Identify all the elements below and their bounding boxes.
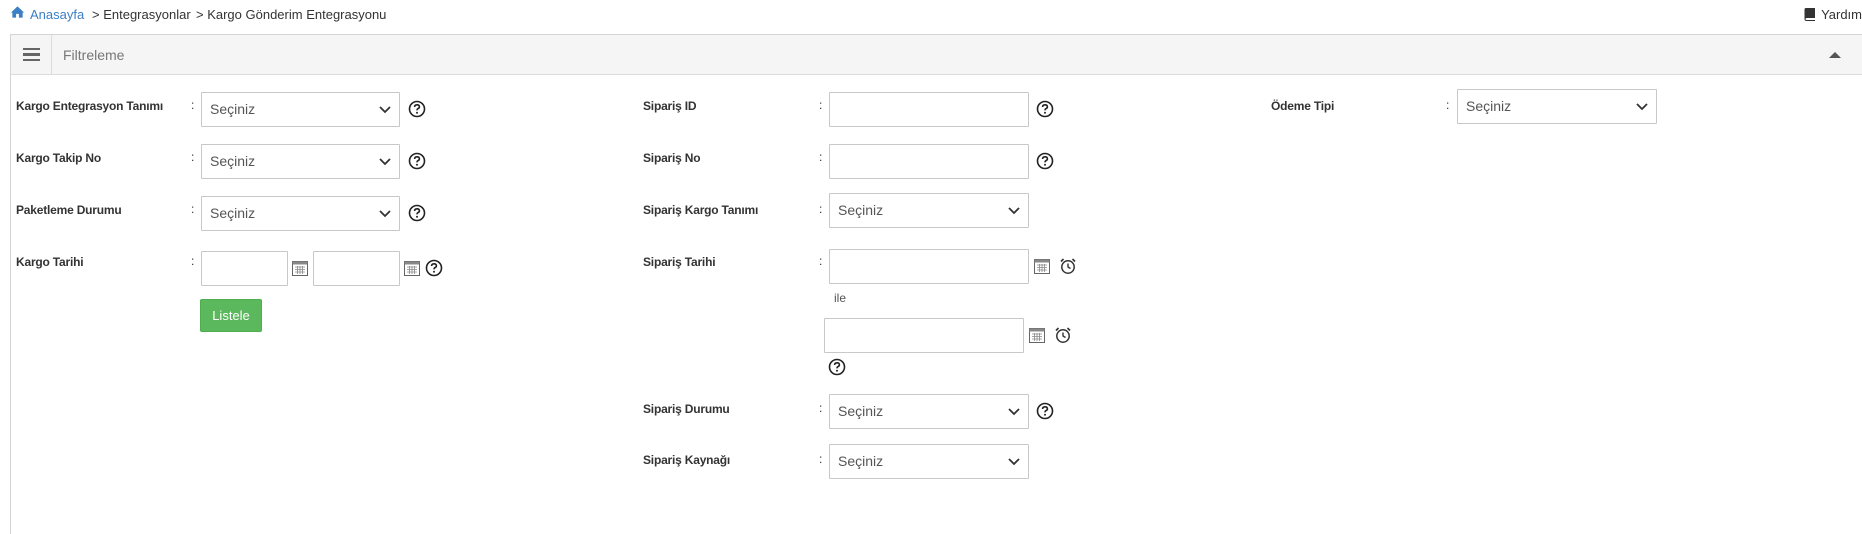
panel-title: Filtreleme xyxy=(63,47,125,63)
kargo-entegrasyon-tanimi-select[interactable]: Seçiniz xyxy=(201,92,400,127)
chevron-down-icon xyxy=(379,210,391,218)
siparis-no-input[interactable] xyxy=(829,144,1029,179)
question-circle-icon[interactable] xyxy=(425,259,443,277)
label-siparis-tarihi: Sipariş Tarihi xyxy=(643,255,716,269)
calendar-icon[interactable] xyxy=(404,261,420,276)
label-kargo-tarihi: Kargo Tarihi xyxy=(16,255,84,269)
label-siparis-no: Sipariş No xyxy=(643,151,701,165)
chevron-down-icon xyxy=(379,106,391,114)
label-paketleme-durumu: Paketleme Durumu xyxy=(16,203,122,217)
siparis-id-input[interactable] xyxy=(829,92,1029,127)
kargo-takip-no-select[interactable]: Seçiniz xyxy=(201,144,400,179)
breadcrumb-home[interactable]: Anasayfa xyxy=(30,7,84,22)
breadcrumb-integrations[interactable]: > Entegrasyonlar xyxy=(92,7,191,22)
calendar-icon[interactable] xyxy=(1029,328,1045,343)
menu-icon[interactable] xyxy=(11,35,52,74)
colon: : xyxy=(819,254,823,268)
chevron-down-icon xyxy=(1008,408,1020,416)
kargo-tarihi-end-input[interactable] xyxy=(313,251,400,286)
question-circle-icon[interactable] xyxy=(408,152,426,170)
odeme-tipi-select[interactable]: Seçiniz xyxy=(1457,89,1657,124)
select-value: Seçiniz xyxy=(838,453,884,469)
question-circle-icon[interactable] xyxy=(408,100,426,118)
listele-button[interactable]: Listele xyxy=(200,299,262,332)
colon: : xyxy=(1446,98,1450,112)
kargo-tarihi-start-input[interactable] xyxy=(201,251,288,286)
colon: : xyxy=(191,98,195,112)
top-bar: Anasayfa > Entegrasyonlar > Kargo Gönder… xyxy=(0,0,1862,30)
colon: : xyxy=(191,254,195,268)
help-link[interactable]: Yardım xyxy=(1803,5,1862,23)
siparis-tarihi-end-input[interactable] xyxy=(824,318,1024,353)
chevron-down-icon xyxy=(1636,103,1648,111)
colon: : xyxy=(191,202,195,216)
chevron-down-icon xyxy=(379,158,391,166)
label-siparis-id: Sipariş ID xyxy=(643,99,697,113)
colon: : xyxy=(819,401,823,415)
colon: : xyxy=(191,150,195,164)
label-siparis-kargo-tanimi: Sipariş Kargo Tanımı xyxy=(643,203,759,217)
select-value: Seçiniz xyxy=(838,202,884,218)
select-value: Seçiniz xyxy=(210,153,256,169)
label-siparis-kaynagi: Sipariş Kaynağı xyxy=(643,453,731,467)
label-odeme-tipi: Ödeme Tipi xyxy=(1271,99,1335,113)
colon: : xyxy=(819,202,823,216)
caret-up-icon[interactable] xyxy=(1828,48,1842,62)
label-siparis-durumu: Sipariş Durumu xyxy=(643,402,730,416)
question-circle-icon[interactable] xyxy=(828,358,846,376)
question-circle-icon[interactable] xyxy=(1036,402,1054,420)
help-label: Yardım xyxy=(1821,6,1862,22)
breadcrumb-current: > Kargo Gönderim Entegrasyonu xyxy=(196,7,387,22)
siparis-kargo-tanimi-select[interactable]: Seçiniz xyxy=(829,193,1029,228)
label-kargo-entegrasyon-tanimi: Kargo Entegrasyon Tanımı xyxy=(16,99,164,113)
calendar-icon[interactable] xyxy=(292,261,308,276)
chevron-down-icon xyxy=(1008,207,1020,215)
panel-header: Filtreleme xyxy=(11,35,1862,75)
chevron-down-icon xyxy=(1008,458,1020,466)
alarm-clock-icon[interactable] xyxy=(1054,326,1072,344)
siparis-kaynagi-select[interactable]: Seçiniz xyxy=(829,444,1029,479)
question-circle-icon[interactable] xyxy=(408,204,426,222)
colon: : xyxy=(819,150,823,164)
select-value: Seçiniz xyxy=(210,205,256,221)
book-icon xyxy=(1804,8,1816,21)
calendar-icon[interactable] xyxy=(1034,259,1050,274)
select-value: Seçiniz xyxy=(838,403,884,419)
between-text: ile xyxy=(834,291,847,305)
paketleme-durumu-select[interactable]: Seçiniz xyxy=(201,196,400,231)
home-icon[interactable] xyxy=(10,5,25,19)
siparis-tarihi-start-input[interactable] xyxy=(829,249,1029,284)
question-circle-icon[interactable] xyxy=(1036,100,1054,118)
alarm-clock-icon[interactable] xyxy=(1059,257,1077,275)
colon: : xyxy=(819,452,823,466)
label-kargo-takip-no: Kargo Takip No xyxy=(16,151,101,165)
colon: : xyxy=(819,98,823,112)
select-value: Seçiniz xyxy=(210,101,256,117)
question-circle-icon[interactable] xyxy=(1036,152,1054,170)
select-value: Seçiniz xyxy=(1466,98,1512,114)
siparis-durumu-select[interactable]: Seçiniz xyxy=(829,394,1029,429)
